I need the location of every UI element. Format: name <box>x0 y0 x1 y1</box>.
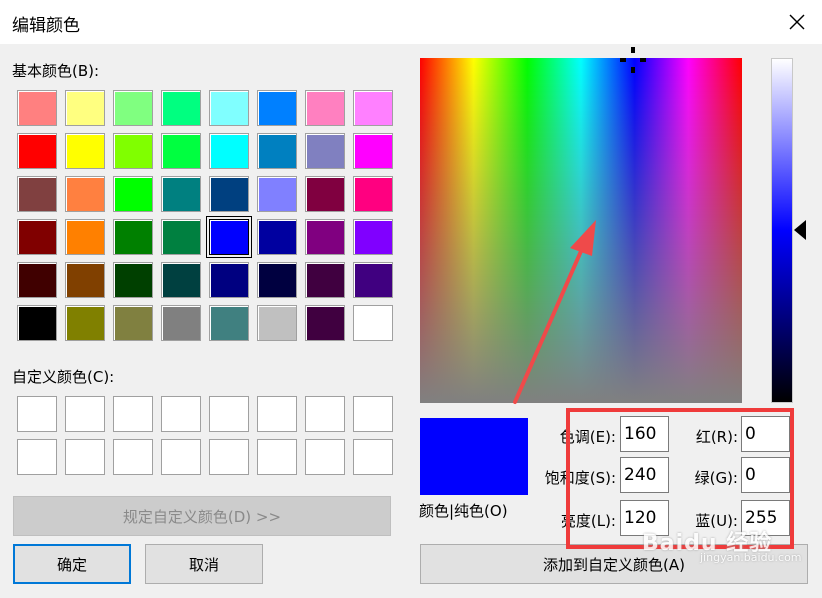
dialog-body: 基本颜色(B): 自定义颜色(C): 规定自定义颜色(D) >> 确定 取消 颜… <box>0 44 822 598</box>
green-field[interactable] <box>741 457 790 493</box>
custom-color-swatch[interactable] <box>305 396 345 432</box>
basic-color-swatch[interactable] <box>257 90 297 126</box>
custom-color-swatch[interactable] <box>161 439 201 475</box>
basic-color-swatch[interactable] <box>65 219 105 255</box>
custom-color-swatch[interactable] <box>305 439 345 475</box>
custom-color-swatch[interactable] <box>353 439 393 475</box>
basic-color-swatch[interactable] <box>353 305 393 341</box>
basic-color-swatch[interactable] <box>161 262 201 298</box>
define-custom-colors-button[interactable]: 规定自定义颜色(D) >> <box>13 496 391 536</box>
basic-colors-label: 基本颜色(B): <box>12 62 100 80</box>
red-label: 红(R): <box>695 428 738 446</box>
basic-color-swatch[interactable] <box>113 305 153 341</box>
saturation-label: 饱和度(S): <box>544 469 616 487</box>
crosshair-icon <box>620 47 646 73</box>
custom-color-swatch[interactable] <box>65 439 105 475</box>
basic-color-swatch[interactable] <box>17 176 57 212</box>
basic-color-swatch[interactable] <box>161 176 201 212</box>
basic-color-swatch[interactable] <box>161 90 201 126</box>
luminance-label: 亮度(L): <box>560 512 616 530</box>
hue-label: 色调(E): <box>559 428 616 446</box>
basic-color-swatch[interactable] <box>113 90 153 126</box>
basic-color-swatch[interactable] <box>17 133 57 169</box>
basic-color-swatch[interactable] <box>353 176 393 212</box>
basic-color-swatch[interactable] <box>305 176 345 212</box>
saturation-field[interactable] <box>620 457 669 493</box>
basic-color-swatch[interactable] <box>113 133 153 169</box>
basic-color-swatch[interactable] <box>161 219 201 255</box>
basic-color-swatch[interactable] <box>65 90 105 126</box>
basic-colors-grid <box>17 90 393 341</box>
basic-color-swatch[interactable] <box>353 219 393 255</box>
luminance-arrow-icon[interactable] <box>794 220 806 240</box>
ok-button[interactable]: 确定 <box>13 544 131 584</box>
basic-color-swatch[interactable] <box>305 262 345 298</box>
basic-color-swatch[interactable] <box>257 262 297 298</box>
basic-color-swatch[interactable] <box>305 305 345 341</box>
basic-color-swatch[interactable] <box>17 90 57 126</box>
basic-color-swatch[interactable] <box>161 133 201 169</box>
basic-color-swatch[interactable] <box>257 133 297 169</box>
basic-color-swatch[interactable] <box>65 305 105 341</box>
basic-color-swatch[interactable] <box>209 305 249 341</box>
basic-color-swatch[interactable] <box>257 305 297 341</box>
custom-colors-grid <box>17 396 393 475</box>
basic-color-swatch[interactable] <box>305 90 345 126</box>
watermark-url: jingyan.baidu.com <box>700 551 802 564</box>
custom-color-swatch[interactable] <box>17 396 57 432</box>
green-label: 绿(G): <box>694 469 738 487</box>
basic-color-swatch[interactable] <box>113 262 153 298</box>
custom-color-swatch[interactable] <box>17 439 57 475</box>
window-title: 编辑颜色 <box>12 16 80 36</box>
luminance-bar[interactable] <box>771 58 793 403</box>
custom-color-swatch[interactable] <box>209 439 249 475</box>
basic-color-swatch[interactable] <box>161 305 201 341</box>
hue-field[interactable] <box>620 416 669 452</box>
basic-color-swatch[interactable] <box>257 219 297 255</box>
title-bar: 编辑颜色 <box>0 0 822 44</box>
close-icon <box>789 14 805 30</box>
basic-color-swatch[interactable] <box>65 133 105 169</box>
basic-color-swatch[interactable] <box>209 133 249 169</box>
basic-color-swatch[interactable] <box>209 262 249 298</box>
color-solid-label: 颜色|纯色(O) <box>419 502 508 520</box>
custom-color-swatch[interactable] <box>161 396 201 432</box>
basic-color-swatch[interactable] <box>353 262 393 298</box>
color-preview <box>420 418 528 495</box>
basic-color-swatch[interactable] <box>353 133 393 169</box>
cancel-button[interactable]: 取消 <box>145 544 263 584</box>
basic-color-swatch[interactable] <box>17 262 57 298</box>
custom-color-swatch[interactable] <box>113 396 153 432</box>
basic-color-swatch[interactable] <box>17 219 57 255</box>
custom-color-swatch[interactable] <box>113 439 153 475</box>
close-button[interactable] <box>778 4 816 40</box>
basic-color-swatch[interactable] <box>113 219 153 255</box>
color-spectrum[interactable] <box>420 58 742 403</box>
basic-color-swatch[interactable] <box>209 90 249 126</box>
custom-color-swatch[interactable] <box>65 396 105 432</box>
basic-color-swatch[interactable] <box>65 262 105 298</box>
basic-color-swatch[interactable] <box>206 216 252 258</box>
basic-color-swatch[interactable] <box>113 176 153 212</box>
custom-color-swatch[interactable] <box>209 396 249 432</box>
basic-color-swatch[interactable] <box>209 176 249 212</box>
red-field[interactable] <box>741 416 790 452</box>
custom-color-swatch[interactable] <box>257 396 297 432</box>
custom-colors-label: 自定义颜色(C): <box>12 368 115 386</box>
basic-color-swatch[interactable] <box>305 133 345 169</box>
basic-color-swatch[interactable] <box>353 90 393 126</box>
basic-color-swatch[interactable] <box>17 305 57 341</box>
custom-color-swatch[interactable] <box>353 396 393 432</box>
basic-color-swatch[interactable] <box>65 176 105 212</box>
custom-color-swatch[interactable] <box>257 439 297 475</box>
basic-color-swatch[interactable] <box>305 219 345 255</box>
basic-color-swatch[interactable] <box>257 176 297 212</box>
